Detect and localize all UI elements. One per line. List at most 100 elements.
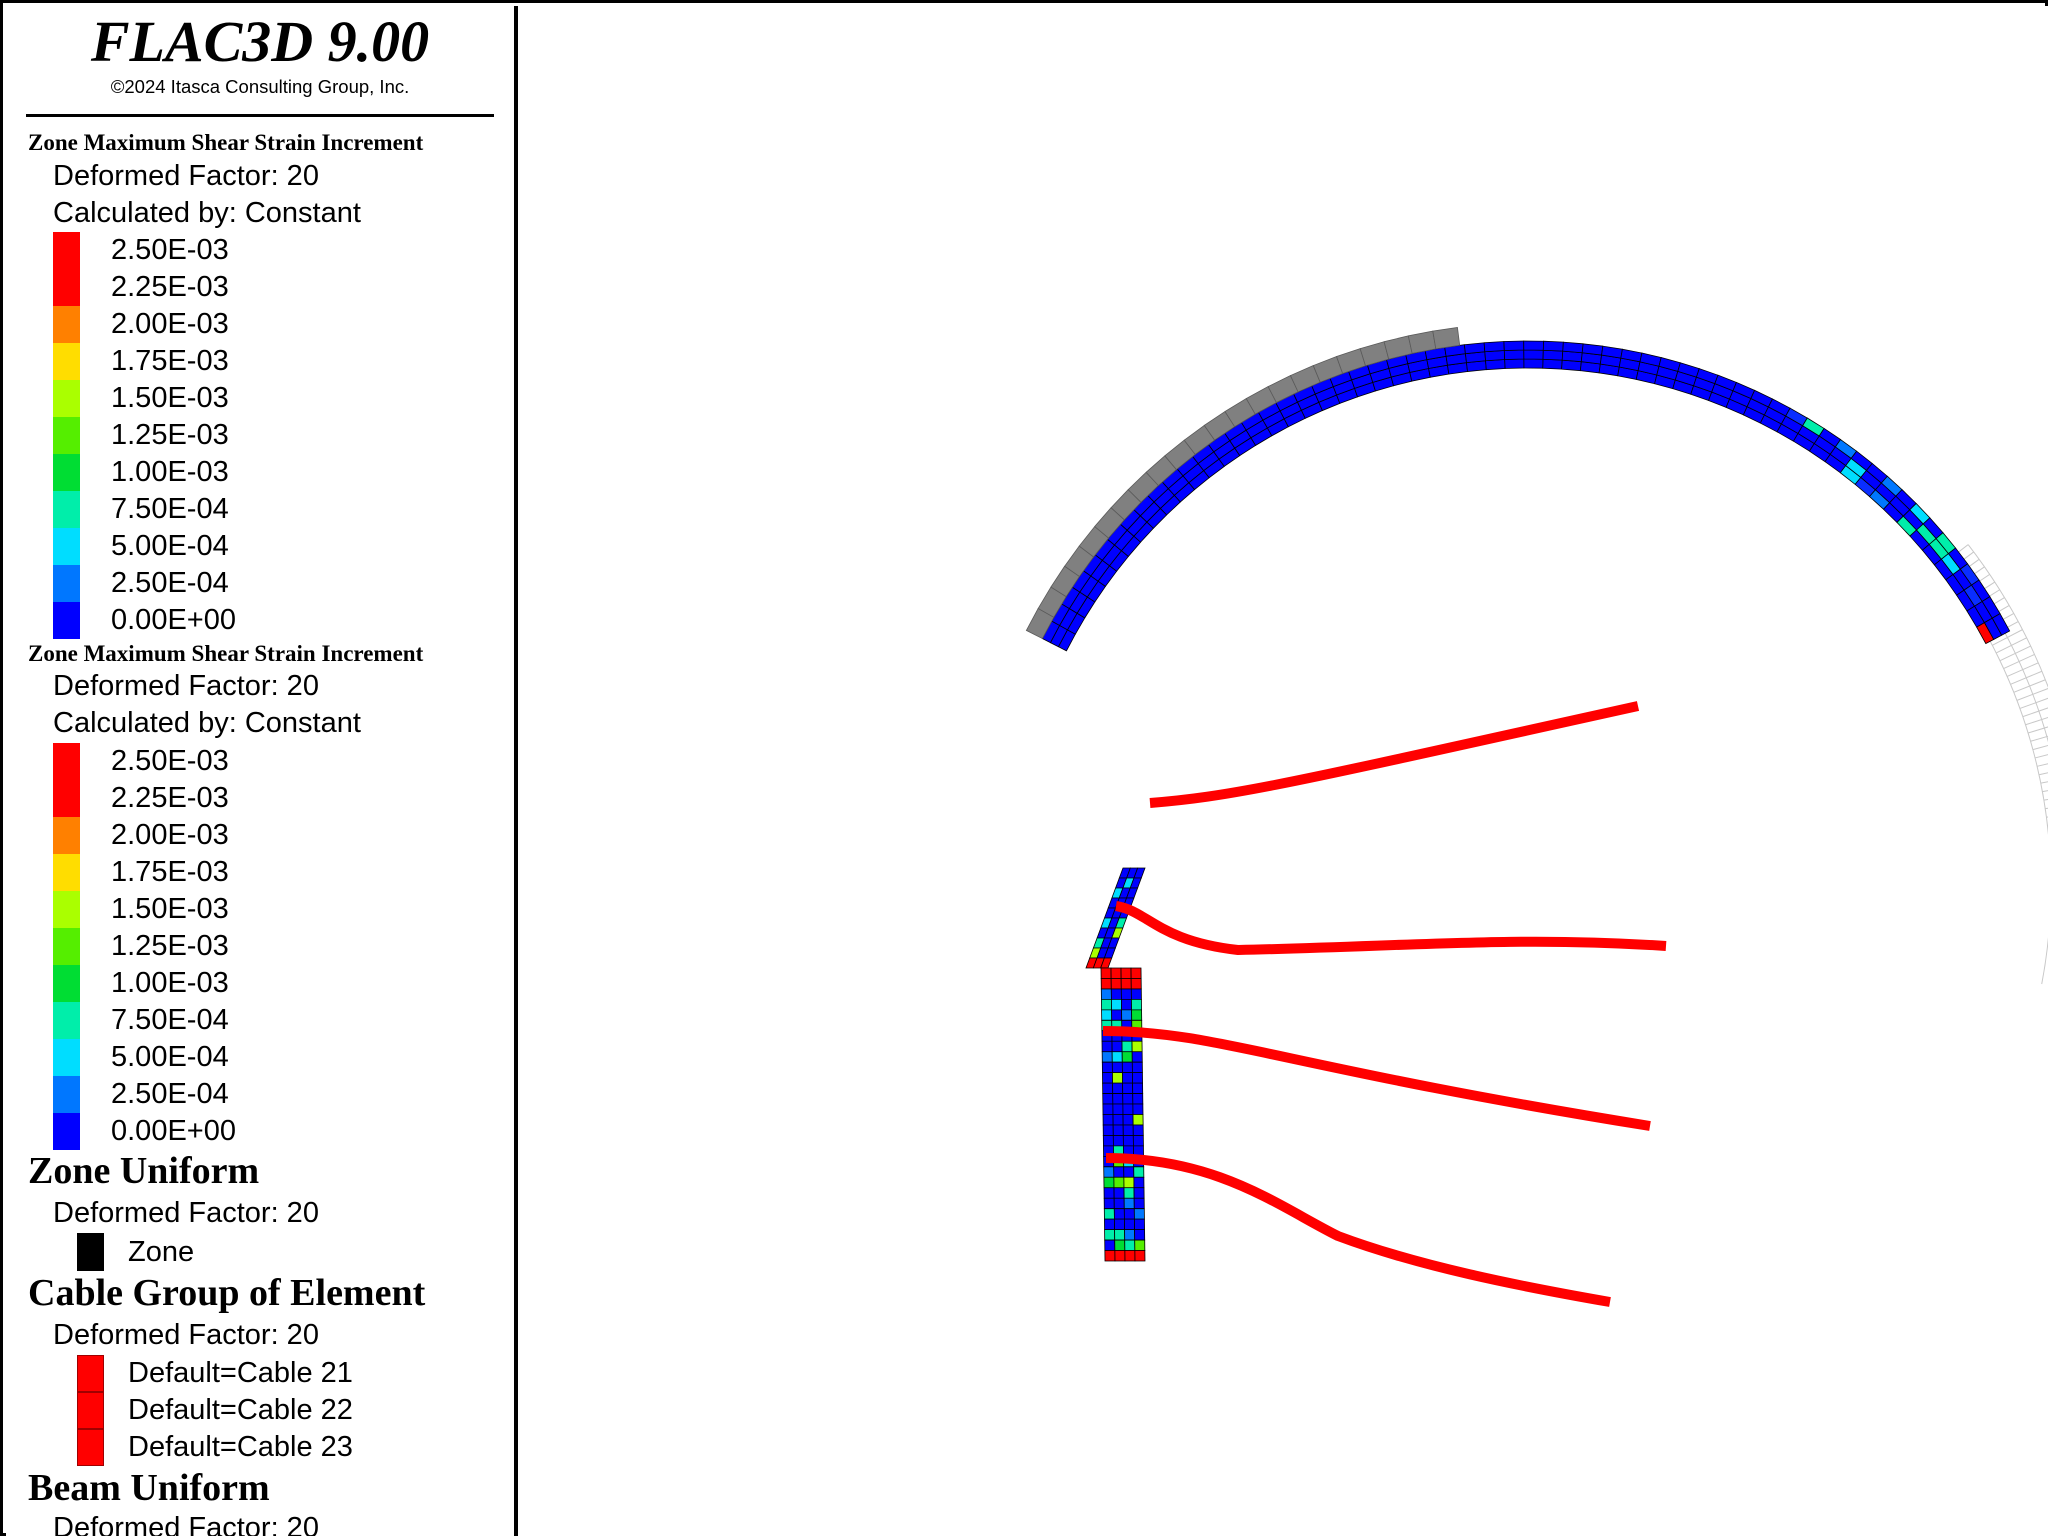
cable-label: Default=Cable 21 xyxy=(128,1357,353,1389)
colorbar-swatch xyxy=(53,232,80,269)
cable-label: Default=Cable 23 xyxy=(128,1431,353,1463)
strain-legend-1-title: Zone Maximum Shear Strain Increment xyxy=(28,130,424,155)
sidewall-zone xyxy=(1124,1239,1136,1251)
sidewall-zone xyxy=(1121,1051,1133,1063)
lining-zone xyxy=(1542,349,1564,361)
sidewall-zone xyxy=(1133,1208,1145,1220)
sidewall-zone xyxy=(1101,998,1112,1011)
model-viewport[interactable] xyxy=(518,6,2048,1536)
sidewall-zone xyxy=(1131,1051,1143,1063)
sidewall-zone xyxy=(1130,967,1142,979)
colorbar-swatch xyxy=(53,743,80,780)
legend-panel: FLAC3D 9.00 ©2024 Itasca Consulting Grou… xyxy=(6,6,518,1536)
sidewall-zone xyxy=(1123,1187,1135,1199)
sidewall-zone xyxy=(1101,1009,1113,1021)
colorbar-swatch xyxy=(53,269,80,306)
copyright-text: ©2024 Itasca Consulting Group, Inc. xyxy=(110,76,410,97)
sidewall-zone xyxy=(1114,1229,1126,1241)
sidewall-zone xyxy=(1123,1208,1135,1220)
beam-uniform-deformed-factor: Deformed Factor: 20 xyxy=(53,1512,319,1536)
sidewall-zone xyxy=(1111,1040,1123,1053)
sidewall-zone xyxy=(1122,1135,1134,1147)
grid-line xyxy=(2037,763,2048,767)
sidewall-zone xyxy=(1131,998,1142,1011)
colorbar-tick-label: 1.25E-03 xyxy=(111,419,229,451)
sidewall-zone xyxy=(1112,1135,1124,1147)
model-plot xyxy=(1025,326,2048,1307)
strain-legend-1-ticks: 2.50E-03 2.25E-03 2.00E-03 1.75E-03 1.50E-03… xyxy=(111,232,236,639)
colorbar-swatch xyxy=(53,306,80,343)
sidewall-zone xyxy=(1113,1208,1125,1220)
sidewall-zone xyxy=(1112,1082,1124,1094)
sidewall-zone xyxy=(1100,967,1112,979)
sidewall-zone xyxy=(1113,1176,1125,1189)
colorbar-swatch xyxy=(53,928,80,965)
app-title: FLAC3D 9.00 xyxy=(90,9,430,74)
lining-zone xyxy=(1542,358,1563,370)
sidewall-zone xyxy=(1101,1061,1113,1074)
sidewall-zone xyxy=(1110,967,1122,979)
grid-line xyxy=(2042,790,2048,793)
sidewall-zone xyxy=(1132,1114,1144,1126)
zone-color-swatch xyxy=(77,1233,104,1271)
sidewall-zone xyxy=(1114,1218,1125,1231)
cable-element xyxy=(1105,1153,1611,1307)
sidewall-zone xyxy=(1122,1114,1134,1126)
grid-line xyxy=(2030,735,2048,742)
beam-element xyxy=(1432,326,1461,350)
strain-legend-2-calculated-by: Calculated by: Constant xyxy=(53,707,361,739)
colorbar-tick-label: 2.00E-03 xyxy=(111,819,229,851)
sidewall-zone xyxy=(1112,1103,1124,1115)
sidewall-zone xyxy=(1124,1229,1136,1241)
lining-zone xyxy=(1463,342,1486,355)
colorbar-swatch xyxy=(53,380,80,417)
sidewall-zone xyxy=(1123,1197,1135,1210)
strain-legend-2-colorbar xyxy=(53,743,80,1150)
sidewall-zone xyxy=(1110,988,1122,1000)
grid-line xyxy=(2032,744,2048,751)
colorbar-tick-label: 7.50E-04 xyxy=(111,493,229,525)
plot-window: FLAC3D 9.00 ©2024 Itasca Consulting Grou… xyxy=(0,0,2048,1536)
lining-zone xyxy=(1523,358,1544,369)
sidewall-zone xyxy=(1102,1114,1114,1126)
colorbar-swatch xyxy=(53,417,80,454)
colorbar-swatch xyxy=(53,1113,80,1150)
colorbar-tick-label: 2.50E-04 xyxy=(111,567,229,599)
sidewall-zone xyxy=(1120,988,1132,1000)
lining-zone xyxy=(1542,340,1564,352)
lining-zone xyxy=(1485,359,1506,371)
colorbar-tick-label: 1.50E-03 xyxy=(111,893,229,925)
cable-color-swatch xyxy=(77,1355,104,1392)
sidewall-zone xyxy=(1122,1093,1134,1105)
cable-group-deformed-factor: Deformed Factor: 20 xyxy=(53,1319,319,1351)
colorbar-tick-label: 5.00E-04 xyxy=(111,1041,229,1073)
sidewall-zone xyxy=(1111,998,1122,1011)
sidewall-zone xyxy=(1111,1009,1123,1021)
colorbar-swatch xyxy=(53,602,80,639)
colorbar-tick-label: 0.00E+00 xyxy=(111,1115,236,1147)
strain-legend-2-ticks: 2.50E-03 2.25E-03 2.00E-03 1.75E-03 1.50E-03… xyxy=(111,743,236,1150)
sidewall-zone xyxy=(1102,1124,1114,1136)
sidewall-zone xyxy=(1103,1176,1115,1189)
cable-element xyxy=(1114,901,1667,956)
sidewall-zone xyxy=(1132,1072,1143,1084)
lining-zone xyxy=(1581,343,1604,356)
colorbar-swatch xyxy=(53,1039,80,1076)
zone-uniform-deformed-factor: Deformed Factor: 20 xyxy=(53,1197,319,1229)
colorbar-tick-label: 1.75E-03 xyxy=(111,345,229,377)
sidewall-zone xyxy=(1102,1072,1113,1084)
sidewall-zone xyxy=(1131,1009,1143,1021)
colorbar-tick-label: 2.25E-03 xyxy=(111,782,229,814)
lining-zone xyxy=(1523,349,1544,360)
sidewall-zone xyxy=(1132,1135,1144,1147)
sidewall-zone xyxy=(1132,1093,1144,1105)
sidewall-zone xyxy=(1130,988,1142,1000)
sidewall-zone xyxy=(1102,1103,1114,1115)
cable-color-swatch xyxy=(77,1392,104,1429)
lining-zone xyxy=(1503,349,1525,360)
lining-zone xyxy=(1523,340,1544,351)
colorbar-swatch xyxy=(53,891,80,928)
sidewall-zone xyxy=(1104,1239,1116,1251)
sidewall-zone xyxy=(1132,1082,1144,1094)
strain-legend-1-calculated-by: Calculated by: Constant xyxy=(53,197,361,229)
